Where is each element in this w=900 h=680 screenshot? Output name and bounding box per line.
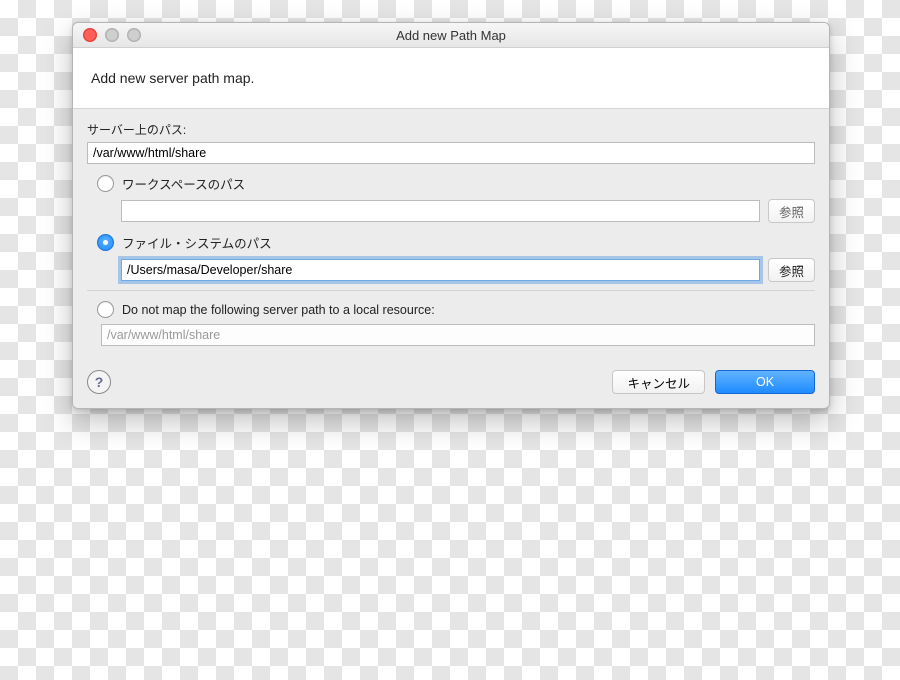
workspace-path-input[interactable] xyxy=(121,200,760,222)
workspace-browse-button: 参照 xyxy=(768,199,815,223)
header-message: Add new server path map. xyxy=(91,70,254,86)
radio-icon[interactable] xyxy=(97,234,114,251)
filesystem-path-input[interactable] xyxy=(121,259,760,281)
workspace-path-label: ワークスペースのパス xyxy=(122,174,245,193)
ok-button[interactable]: OK xyxy=(715,370,815,394)
radio-icon[interactable] xyxy=(97,175,114,192)
do-not-map-row xyxy=(101,324,815,346)
help-icon[interactable]: ? xyxy=(87,370,111,394)
dialog-window: Add new Path Map Add new server path map… xyxy=(72,22,830,409)
window-title: Add new Path Map xyxy=(73,28,829,43)
footer: ? キャンセル OK xyxy=(73,362,829,408)
filesystem-browse-button[interactable]: 参照 xyxy=(768,258,815,282)
help-glyph: ? xyxy=(95,374,104,390)
separator xyxy=(87,290,815,291)
server-path-label: サーバー上のパス: xyxy=(87,121,815,138)
body-area: サーバー上のパス: ワークスペースのパス 参照 ファイル・システムのパス 参照 xyxy=(73,109,829,362)
cancel-button[interactable]: キャンセル xyxy=(612,370,705,394)
workspace-path-row: 参照 xyxy=(121,199,815,223)
titlebar[interactable]: Add new Path Map xyxy=(73,23,829,48)
filesystem-path-row: 参照 xyxy=(121,258,815,282)
do-not-map-input xyxy=(101,324,815,346)
background: Add new Path Map Add new server path map… xyxy=(0,0,900,680)
do-not-map-option[interactable]: Do not map the following server path to … xyxy=(97,301,815,318)
server-path-input[interactable] xyxy=(87,142,815,164)
do-not-map-label: Do not map the following server path to … xyxy=(122,303,435,317)
filesystem-path-label: ファイル・システムのパス xyxy=(122,233,272,252)
workspace-path-option[interactable]: ワークスペースのパス xyxy=(97,174,815,193)
filesystem-path-option[interactable]: ファイル・システムのパス xyxy=(97,233,815,252)
radio-icon[interactable] xyxy=(97,301,114,318)
header-area: Add new server path map. xyxy=(73,48,829,109)
